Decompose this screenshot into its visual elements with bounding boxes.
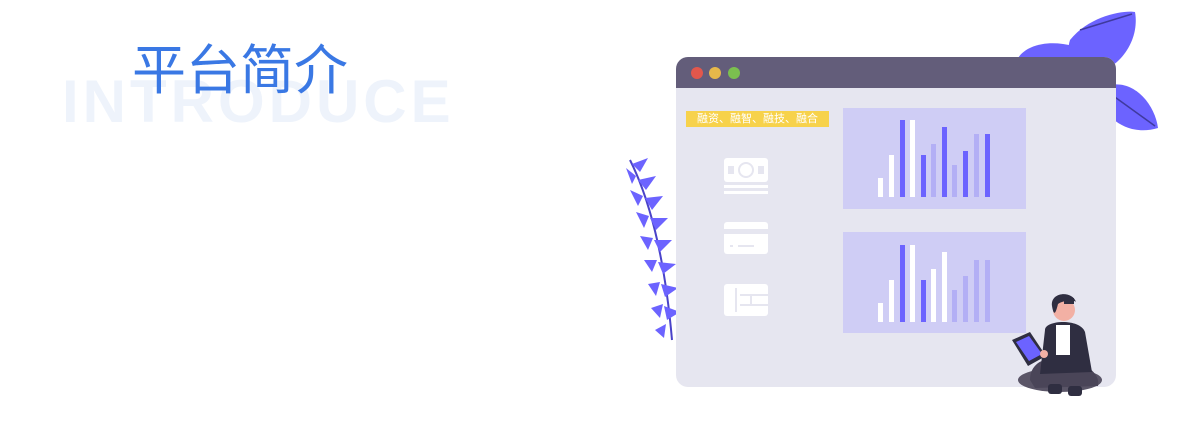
illustration [626,11,1158,396]
bar-chart-panel-bottom [843,232,1026,333]
credit-card-icon [724,222,768,254]
window-maximize-dot [728,67,740,79]
bar-chart-panel-top [843,108,1026,209]
layout-grid-icon [724,284,768,316]
window-close-dot [691,67,703,79]
tag-label: 融资、融智、融技、融合 [686,111,829,127]
window-minimize-dot [709,67,721,79]
fern-plant [626,158,680,341]
